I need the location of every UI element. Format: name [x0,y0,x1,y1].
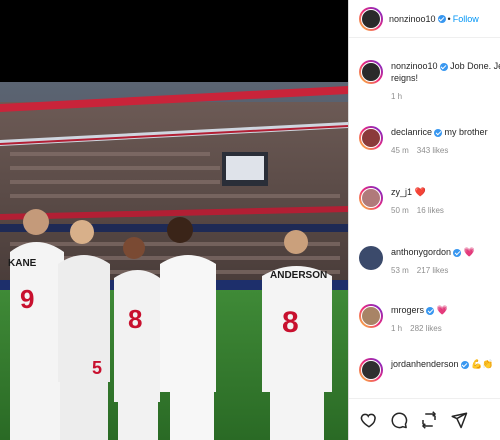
comment-meta: 45 m 343 likes [391,146,488,155]
player-name-1: KANE [8,258,37,269]
comment-username[interactable]: zy_j1 [391,187,412,197]
comment-username[interactable]: nonzinoo10 [391,61,438,71]
comment-likes[interactable]: 16 likes [417,206,444,215]
send-icon [451,412,468,428]
comment-text-line: jordanhenderson 💪👏 [391,358,494,370]
verified-badge-icon [434,128,443,137]
comment-likes[interactable]: 343 likes [417,146,449,155]
comment-text: my brother [444,127,488,137]
comment-avatar[interactable] [359,60,383,84]
media-pane: 9 KANE 5 8 20 [0,0,348,440]
comments-pane: nonzinoo10 • Follow nonzinoo10 Job Done.… [348,0,500,440]
comment-text: 💗 [436,305,448,315]
post-photo[interactable]: 9 KANE 5 8 20 [0,82,348,440]
comment-item: zy_j1 ❤️ 50 m 16 likes [359,186,500,215]
separator-dot: • [447,13,451,24]
comment-text-line: mrogers 💗 [391,304,448,316]
send-button[interactable] [449,410,469,430]
comment-time[interactable]: 1 h [391,324,402,333]
comment-username[interactable]: declanrice [391,127,432,137]
comment-likes[interactable]: 282 likes [410,324,442,333]
comment-text-line: nonzinoo10 Job Done. Jesus reigns! [391,60,500,84]
comment-caption: nonzinoo10 Job Done. Jesus reigns! 1 h [359,60,500,101]
comment-meta: 50 m 16 likes [391,206,444,215]
comment-text-line: anthonygordon 💗 [391,246,475,258]
comment-meta: 53 m 217 likes [391,266,475,275]
comment-time[interactable]: 45 m [391,146,409,155]
comment-text: ❤️ [414,187,426,197]
comment-text-line: zy_j1 ❤️ [391,186,444,198]
comment-avatar[interactable] [359,246,383,270]
post-header: nonzinoo10 • Follow [349,0,500,38]
comment-time[interactable]: 1 h [391,92,402,101]
comment-time[interactable]: 50 m [391,206,409,215]
comment-icon [391,412,408,428]
player-number-2: 5 [92,358,102,378]
comment-text: 💗 [463,247,475,257]
verified-badge-icon [460,360,469,369]
player-name-2: ANDERSON [270,270,327,281]
comment-username[interactable]: jordanhenderson [391,359,459,369]
comment-avatar[interactable] [359,304,383,328]
share-button[interactable] [419,410,439,430]
player-number-5: 8 [282,306,299,339]
action-bar [349,398,500,440]
comment-avatar[interactable] [359,358,383,382]
comment-time[interactable]: 53 m [391,266,409,275]
comment-avatar[interactable] [359,126,383,150]
player-number-1: 9 [20,284,34,314]
verified-badge-icon [453,248,462,257]
comment-avatar[interactable] [359,186,383,210]
comment-button[interactable] [389,410,409,430]
comment-meta: 1 h [391,92,500,101]
comment-username[interactable]: anthonygordon [391,247,451,257]
comment-text: 💪👏 [471,359,494,369]
verified-badge-icon [439,62,448,71]
verified-badge-icon [426,306,435,315]
share-icon [421,410,437,429]
author-username[interactable]: nonzinoo10 [389,14,446,24]
comment-item: mrogers 💗 1 h 282 likes [359,304,500,333]
comment-item: jordanhenderson 💪👏 [359,358,500,382]
player-number-3: 8 [128,304,142,334]
verified-badge-icon [437,15,446,24]
author-username-text[interactable]: nonzinoo10 [389,14,436,24]
heart-icon [360,413,376,428]
follow-button[interactable]: Follow [453,14,479,24]
stadium-photo: 9 KANE 5 8 20 [0,82,348,440]
comment-username[interactable]: mrogers [391,305,424,315]
comment-meta: 1 h 282 likes [391,324,448,333]
author-avatar[interactable] [359,6,383,31]
like-button[interactable] [359,410,379,430]
comment-likes[interactable]: 217 likes [417,266,449,275]
comment-item: anthonygordon 💗 53 m 217 likes [359,246,500,275]
comment-item: declanrice my brother 45 m 343 likes [359,126,500,155]
comment-text-line: declanrice my brother [391,126,488,138]
